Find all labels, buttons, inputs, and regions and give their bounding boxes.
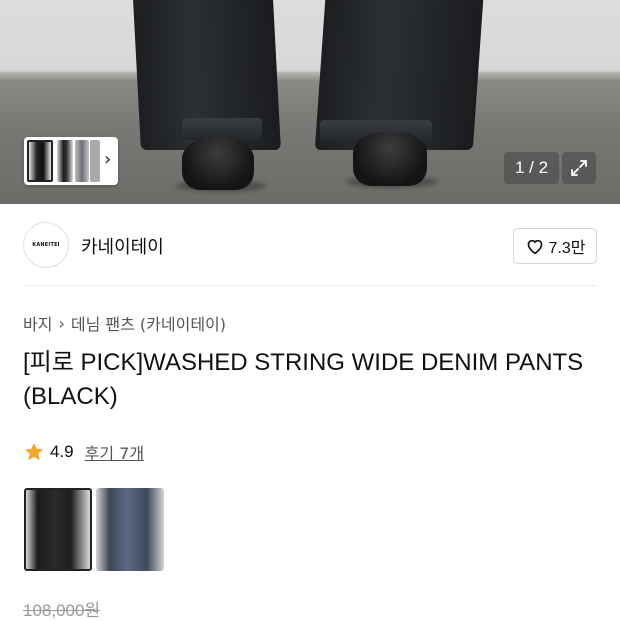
floor-line: [0, 72, 620, 80]
thumbnail-image[interactable]: [90, 140, 100, 182]
reviews-link[interactable]: 후기 7개: [85, 440, 144, 464]
chevron-right-icon: ›: [58, 313, 65, 333]
chevron-right-icon[interactable]: ›: [104, 149, 111, 170]
like-button[interactable]: 7.3만: [513, 228, 597, 264]
heart-outline-icon: [527, 239, 542, 255]
right-shoe: [353, 132, 427, 186]
color-option-blue[interactable]: [96, 488, 164, 571]
thumbnail-image[interactable]: [75, 140, 89, 182]
expand-icon[interactable]: [562, 152, 596, 184]
left-cuff: [182, 118, 262, 140]
image-counter: 1 / 2: [504, 152, 559, 184]
left-shoe: [182, 138, 254, 190]
thumbnail-image[interactable]: [57, 140, 73, 182]
brand-logo-text: KANEITEI: [32, 242, 60, 248]
brand-logo[interactable]: KANEITEI: [23, 222, 69, 268]
color-option-black[interactable]: [24, 488, 92, 571]
product-title: [피로 PICK]WASHED STRING WIDE DENIM PANTS …: [23, 349, 584, 410]
thumbnail-image[interactable]: [27, 140, 53, 182]
breadcrumb-subcategory[interactable]: 데님 팬츠 (카네이테이): [71, 311, 226, 335]
brand-name[interactable]: 카네이테이: [81, 233, 164, 259]
product-image-gallery[interactable]: › 1 / 2: [0, 0, 620, 204]
breadcrumb: 바지 › 데님 팬츠 (카네이테이): [23, 311, 226, 335]
like-count: 7.3만: [548, 240, 586, 257]
breadcrumb-category[interactable]: 바지: [23, 311, 52, 335]
star-icon: [24, 442, 44, 461]
divider: [23, 285, 597, 286]
rating-score: 4.9: [50, 442, 74, 461]
original-price: 108,000원: [23, 601, 101, 620]
rating-row: 4.9 후기 7개: [23, 440, 144, 464]
thumbnail-strip[interactable]: ›: [24, 137, 118, 185]
brand-row: KANEITEI 카네이테이 7.3만: [0, 205, 620, 285]
